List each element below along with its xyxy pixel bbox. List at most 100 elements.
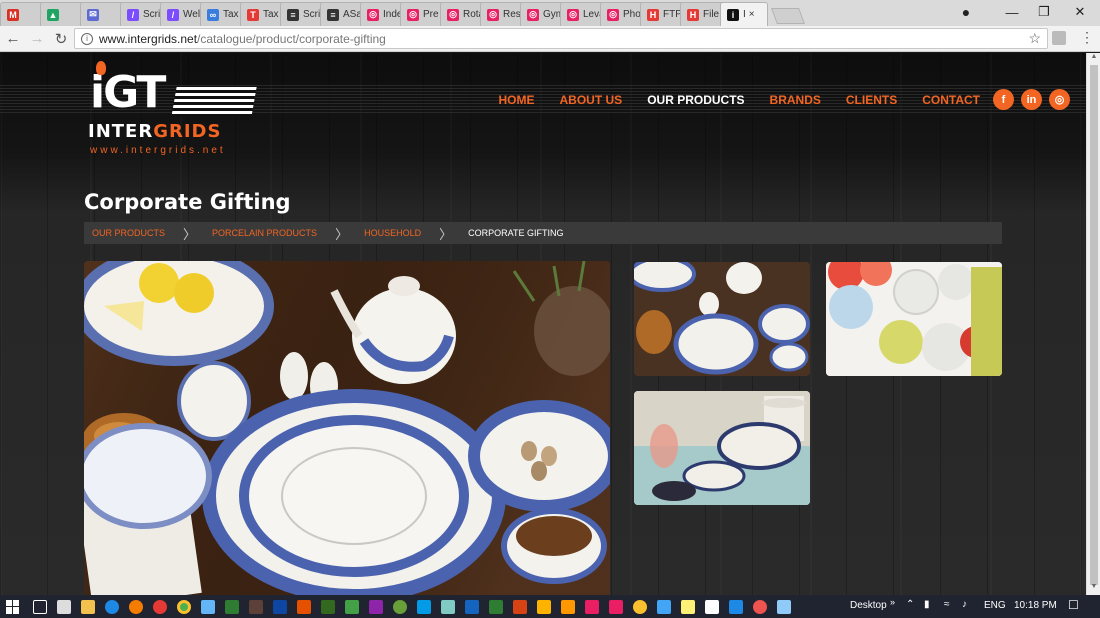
excel-icon[interactable] bbox=[489, 599, 503, 614]
app-red-icon[interactable] bbox=[753, 599, 767, 614]
app-chart-icon[interactable] bbox=[657, 599, 671, 614]
app-green-icon[interactable] bbox=[393, 599, 407, 614]
app-pink2-icon[interactable] bbox=[609, 599, 623, 614]
app-monitor-icon[interactable] bbox=[777, 599, 791, 614]
scroll-up-icon[interactable]: ▲ bbox=[1087, 53, 1100, 65]
sticky-notes-icon[interactable] bbox=[681, 599, 695, 614]
wifi-icon[interactable]: ≈ bbox=[944, 599, 950, 610]
breadcrumb-item[interactable]: OUR PRODUCTS bbox=[84, 228, 165, 238]
close-window-button[interactable]: ✕ bbox=[1062, 0, 1098, 24]
extension-icon[interactable] bbox=[1052, 31, 1066, 45]
new-tab-button[interactable] bbox=[771, 8, 805, 24]
powerpoint-icon[interactable] bbox=[513, 599, 527, 614]
url-host: www.intergrids.net bbox=[99, 31, 198, 46]
tab-favicon-icon: / bbox=[167, 8, 179, 21]
notepad-icon[interactable] bbox=[345, 599, 359, 614]
breadcrumb-item[interactable]: HOUSEHOLD bbox=[356, 228, 421, 238]
app-pink-icon[interactable] bbox=[585, 599, 599, 614]
browser-toolbar: ← → ↻ i www.intergrids.net/catalogue/pro… bbox=[0, 26, 1100, 52]
dreamweaver-icon[interactable] bbox=[225, 599, 239, 614]
browser-tab-strip: M ▲ ✉ / Scri / Wel ∞ Tax T Tax ≡ Scri ≡ ASa ◎ Inde ◎ Pre ◎ R… bbox=[0, 0, 1100, 26]
breadcrumb: OUR PRODUCTS 〉 PORCELAIN PRODUCTS 〉 HOUSEHOL… bbox=[84, 222, 1002, 244]
fireworks-icon[interactable] bbox=[249, 599, 263, 614]
tray-overflow-icon[interactable]: ⌃ bbox=[906, 599, 914, 610]
page-scrollbar[interactable]: ▲ ▼ bbox=[1086, 53, 1100, 595]
vlc-icon[interactable] bbox=[561, 599, 575, 614]
tab-favicon-icon: ◎ bbox=[367, 8, 379, 21]
tab-title: I bbox=[743, 9, 746, 20]
nav-item-about-us[interactable]: ABOUT US bbox=[560, 93, 623, 107]
notifications-icon[interactable]: ☐ bbox=[1068, 598, 1079, 612]
tab-favicon-icon: ≡ bbox=[287, 8, 299, 21]
tab-title: Wel bbox=[183, 9, 201, 20]
volume-icon[interactable]: ♪ bbox=[962, 599, 967, 610]
product-thumbnail-blue-set[interactable] bbox=[634, 262, 810, 376]
edge-icon[interactable] bbox=[105, 599, 119, 614]
profile-icon[interactable]: ● bbox=[948, 0, 984, 24]
nav-item-our-products[interactable]: OUR PRODUCTS bbox=[647, 93, 744, 107]
windows-start-icon[interactable] bbox=[6, 599, 20, 614]
logo-grid-graphic bbox=[171, 87, 257, 117]
address-bar[interactable]: i www.intergrids.net/catalogue/product/c… bbox=[74, 28, 1048, 49]
product-thumbnail-colorful-set[interactable] bbox=[826, 262, 1002, 376]
nav-item-brands[interactable]: BRANDS bbox=[770, 93, 821, 107]
product-thumbnail-dining-set[interactable] bbox=[634, 391, 810, 505]
tab-favicon-icon: / bbox=[127, 8, 139, 21]
instagram-icon[interactable]: ◎ bbox=[1049, 89, 1070, 110]
chrome-icon[interactable] bbox=[177, 599, 191, 614]
toolbar-expand-icon[interactable]: » bbox=[890, 597, 895, 607]
bookmark-star-icon[interactable]: ☆ bbox=[1028, 30, 1041, 47]
linkedin-icon[interactable]: in bbox=[1021, 89, 1042, 110]
forward-icon[interactable]: → bbox=[26, 28, 48, 50]
nav-item-home[interactable]: HOME bbox=[499, 93, 535, 107]
app-doc-icon[interactable] bbox=[441, 599, 455, 614]
app-cube-icon[interactable] bbox=[201, 599, 215, 614]
app-page-icon[interactable] bbox=[705, 599, 719, 614]
breadcrumb-item[interactable]: PORCELAIN PRODUCTS bbox=[204, 228, 317, 238]
tab-title: Pho bbox=[623, 9, 641, 20]
reload-icon[interactable]: ↻ bbox=[50, 28, 72, 50]
word-icon[interactable] bbox=[465, 599, 479, 614]
menu-icon[interactable]: ⋮ bbox=[1080, 29, 1094, 46]
opera-icon[interactable] bbox=[153, 599, 167, 614]
task-view-icon[interactable] bbox=[33, 599, 47, 614]
minimize-button[interactable]: — bbox=[994, 0, 1030, 24]
tab-title: File bbox=[703, 9, 720, 20]
vivaldi-icon[interactable] bbox=[729, 599, 743, 614]
file-explorer-icon[interactable] bbox=[81, 599, 95, 614]
store-icon[interactable] bbox=[57, 599, 71, 614]
restore-button[interactable]: ❐ bbox=[1026, 0, 1062, 24]
scrollbar-thumb[interactable] bbox=[1090, 65, 1098, 585]
logo-name: INTERGRIDS bbox=[88, 121, 221, 142]
clock[interactable]: 10:18 PM bbox=[1014, 600, 1057, 611]
nav-item-contact[interactable]: CONTACT bbox=[922, 93, 980, 107]
tab-title: Scri bbox=[303, 9, 321, 20]
logo-flame-icon bbox=[96, 61, 106, 75]
main-nav: HOME ABOUT US OUR PRODUCTS BRANDS CLIENTS CON… bbox=[474, 93, 980, 107]
url-path: /catalogue/product/corporate-gifting bbox=[197, 31, 386, 46]
thumbnail-illustration bbox=[634, 391, 810, 505]
site-info-icon[interactable]: i bbox=[81, 32, 93, 45]
tab-favicon-icon: M bbox=[7, 8, 19, 21]
tab-close-icon[interactable]: × bbox=[749, 9, 755, 20]
intergrids-logo[interactable]: iGT INTERGRIDS www.intergrids.net bbox=[86, 59, 258, 156]
browser-tab[interactable]: i I × bbox=[720, 2, 768, 26]
battery-icon[interactable]: ▮ bbox=[924, 599, 930, 610]
facebook-icon[interactable]: f bbox=[993, 89, 1014, 110]
hero-product-image[interactable] bbox=[84, 261, 610, 595]
desktop-toolbar-label[interactable]: Desktop bbox=[850, 600, 887, 611]
nav-item-clients[interactable]: CLIENTS bbox=[846, 93, 897, 107]
back-icon[interactable]: ← bbox=[2, 28, 24, 50]
language-indicator[interactable]: ENG bbox=[984, 600, 1006, 611]
skype-icon[interactable] bbox=[417, 599, 431, 614]
firefox-icon[interactable] bbox=[129, 599, 143, 614]
illustrator-icon[interactable] bbox=[297, 599, 311, 614]
indesign-icon[interactable] bbox=[369, 599, 383, 614]
scroll-down-icon[interactable]: ▼ bbox=[1087, 583, 1100, 595]
tab-favicon-icon: ◎ bbox=[407, 8, 419, 21]
photoshop-icon[interactable] bbox=[273, 599, 287, 614]
app-yellow-icon[interactable] bbox=[633, 599, 647, 614]
app-tools-icon[interactable] bbox=[537, 599, 551, 614]
muse-icon[interactable] bbox=[321, 599, 335, 614]
tab-title: Pre bbox=[423, 9, 439, 20]
